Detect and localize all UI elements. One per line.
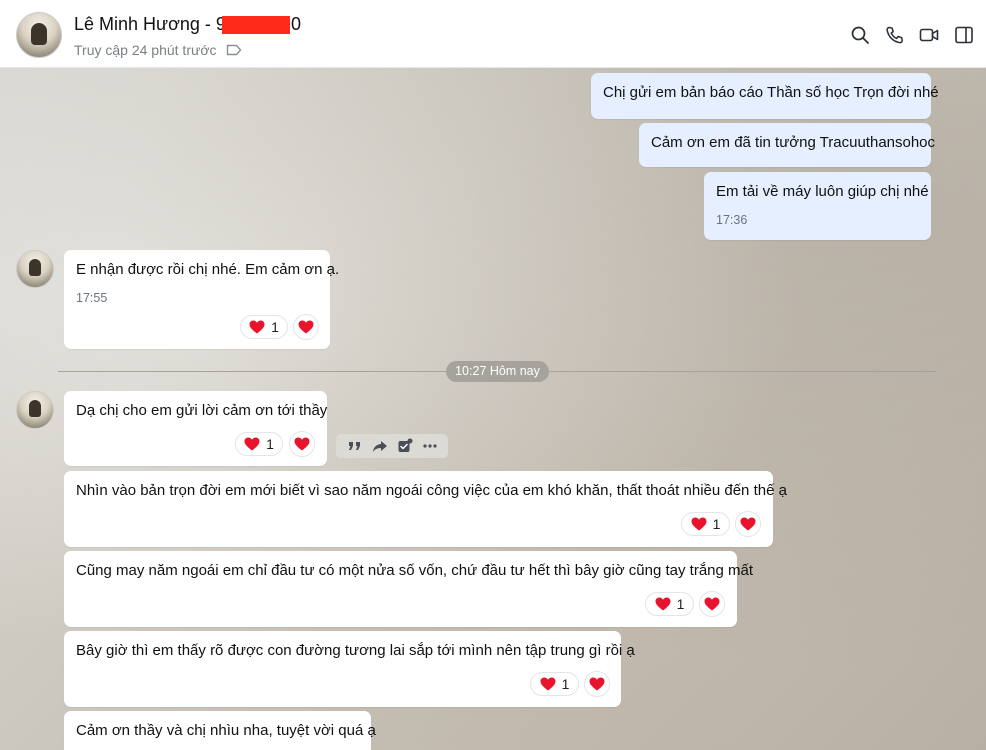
message-text: E nhận được rồi chị nhé. Em cảm ơn ạ. bbox=[76, 261, 340, 278]
heart-icon bbox=[589, 677, 605, 691]
message-action-bar bbox=[336, 434, 448, 458]
chat-header: Lê Minh Hương - 9 0 Truy cập 24 phút trư… bbox=[0, 0, 986, 68]
heart-icon bbox=[691, 517, 707, 531]
redaction-mark bbox=[222, 16, 290, 34]
heart-icon bbox=[655, 597, 671, 611]
date-divider: 10:27 Hôm nay bbox=[446, 361, 549, 382]
react-button[interactable] bbox=[735, 511, 761, 537]
video-call-icon[interactable] bbox=[919, 25, 939, 45]
reaction-count[interactable]: 1 bbox=[681, 512, 730, 536]
last-seen-status: Truy cập 24 phút trước bbox=[74, 42, 217, 58]
received-message[interactable]: Nhìn vào bản trọn đời em mới biết vì sao… bbox=[64, 471, 787, 547]
received-message[interactable]: Cảm ơn thầy và chị nhìu nha, tuyệt vời q… bbox=[64, 711, 376, 750]
contact-avatar-small[interactable] bbox=[16, 391, 54, 429]
reaction-number: 1 bbox=[712, 516, 721, 532]
reaction-count[interactable]: 1 bbox=[645, 592, 694, 616]
heart-icon bbox=[294, 437, 310, 451]
todo-icon[interactable] bbox=[397, 438, 413, 454]
sent-message[interactable]: Cảm ơn em đã tin tưởng Tracuuthansohoc bbox=[639, 123, 935, 167]
reaction-count[interactable]: 1 bbox=[240, 315, 288, 339]
react-button[interactable] bbox=[699, 591, 725, 617]
heart-icon bbox=[244, 437, 260, 451]
reaction-number: 1 bbox=[271, 319, 279, 335]
react-button[interactable] bbox=[289, 431, 315, 457]
reaction-number: 1 bbox=[676, 596, 685, 612]
sent-message[interactable]: Em tải về máy luôn giúp chị nhé 17:36 bbox=[704, 172, 931, 240]
sent-message[interactable]: Chị gửi em bản báo cáo Thần số học Trọn … bbox=[591, 73, 939, 119]
react-button[interactable] bbox=[584, 671, 610, 697]
heart-icon bbox=[249, 320, 265, 334]
reaction-number: 1 bbox=[561, 676, 570, 692]
contact-avatar[interactable] bbox=[16, 12, 62, 58]
contact-name[interactable]: Lê Minh Hương - 9 bbox=[74, 14, 226, 35]
tag-icon[interactable] bbox=[226, 43, 242, 57]
message-text: Cũng may năm ngoái em chỉ đầu tư có một … bbox=[76, 562, 754, 579]
received-message[interactable]: Cũng may năm ngoái em chỉ đầu tư có một … bbox=[64, 551, 753, 627]
message-text: Cảm ơn em đã tin tưởng Tracuuthansohoc bbox=[651, 134, 936, 151]
received-message[interactable]: Bây giờ thì em thấy rõ được con đường tư… bbox=[64, 631, 635, 707]
heart-icon bbox=[740, 517, 756, 531]
received-message[interactable]: Dạ chị cho em gửi lời cảm ơn tới thầy bbox=[64, 391, 327, 466]
react-button[interactable] bbox=[293, 314, 319, 340]
message-text: Dạ chị cho em gửi lời cảm ơn tới thầy bbox=[76, 402, 328, 419]
contact-avatar-small[interactable] bbox=[16, 250, 54, 288]
message-time: 17:36 bbox=[716, 213, 748, 227]
message-text: Bây giờ thì em thấy rõ được con đường tư… bbox=[76, 642, 635, 659]
received-message[interactable]: E nhận được rồi chị nhé. Em cảm ơn ạ. 17… bbox=[64, 250, 339, 349]
more-icon[interactable] bbox=[422, 438, 438, 454]
quote-icon[interactable] bbox=[347, 438, 363, 454]
message-time: 17:55 bbox=[76, 291, 108, 305]
message-text: Em tải về máy luôn giúp chị nhé bbox=[716, 183, 929, 200]
heart-icon bbox=[540, 677, 556, 691]
reaction-count[interactable]: 1 bbox=[235, 432, 283, 456]
message-text: Chị gửi em bản báo cáo Thần số học Trọn … bbox=[603, 84, 939, 101]
sidebar-toggle-icon[interactable] bbox=[954, 25, 974, 45]
forward-icon[interactable] bbox=[372, 438, 388, 454]
heart-icon bbox=[298, 320, 314, 334]
search-icon[interactable] bbox=[850, 25, 870, 45]
reaction-number: 1 bbox=[266, 436, 274, 452]
contact-name-tail: 0 bbox=[291, 14, 302, 34]
reaction-count[interactable]: 1 bbox=[530, 672, 579, 696]
message-text: Cảm ơn thầy và chị nhìu nha, tuyệt vời q… bbox=[76, 722, 376, 739]
phone-icon[interactable] bbox=[885, 25, 905, 45]
message-text: Nhìn vào bản trọn đời em mới biết vì sao… bbox=[76, 482, 787, 499]
heart-icon bbox=[704, 597, 720, 611]
